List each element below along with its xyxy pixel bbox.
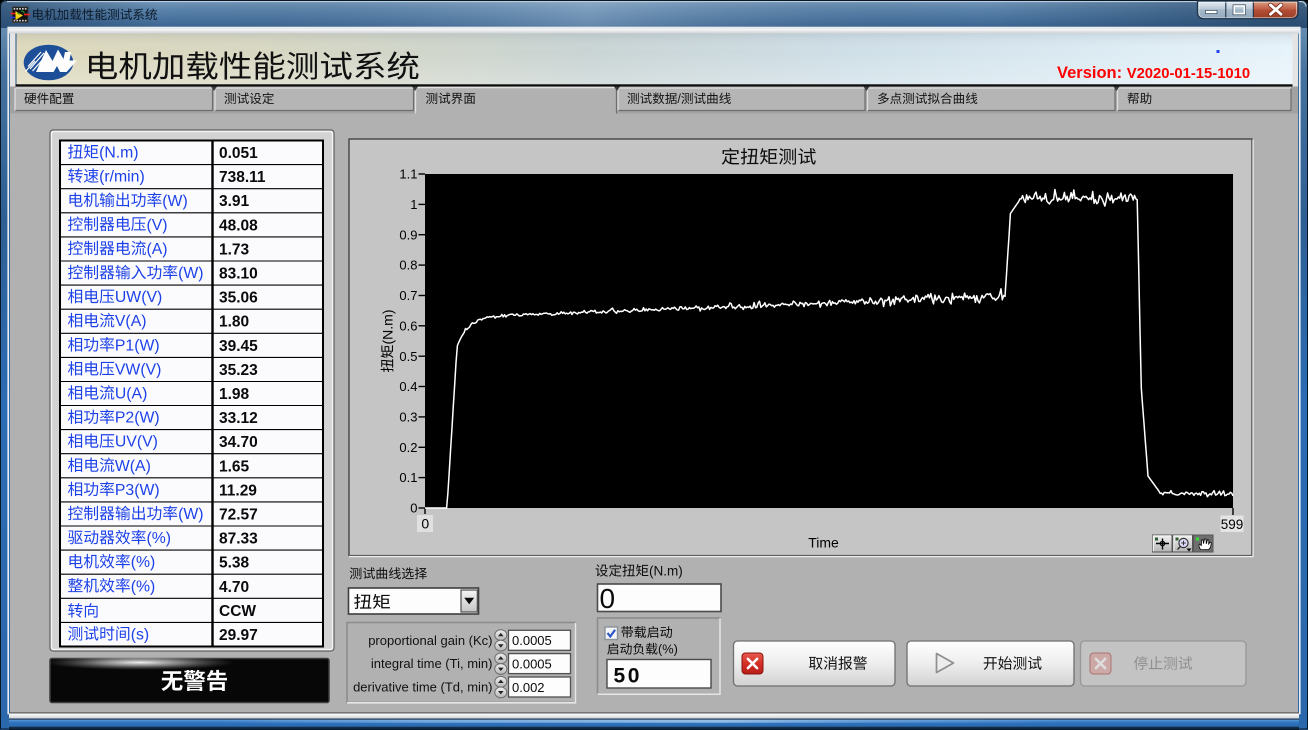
svg-text:0.5: 0.5 <box>399 349 417 364</box>
svg-text:(%): (%) <box>131 554 156 571</box>
svg-text:1.1: 1.1 <box>399 167 417 182</box>
svg-text:Version: V2020-01-15-1010: Version: V2020-01-15-1010 <box>1057 64 1250 82</box>
svg-text:/: / <box>677 92 681 106</box>
svg-text:0.0005: 0.0005 <box>512 656 552 671</box>
svg-text:5.38: 5.38 <box>219 555 250 572</box>
svg-text:599: 599 <box>1221 517 1244 532</box>
svg-text:(%): (%) <box>131 578 156 595</box>
svg-text:0.1: 0.1 <box>399 470 417 485</box>
svg-text:(%): (%) <box>147 530 172 547</box>
svg-text:35.06: 35.06 <box>219 290 258 307</box>
svg-text:1.98: 1.98 <box>219 386 250 403</box>
svg-text:0: 0 <box>600 583 616 614</box>
svg-text:(A): (A) <box>147 241 168 258</box>
svg-text:integral time (Ti, min): integral time (Ti, min) <box>371 656 493 671</box>
svg-text:(W): (W) <box>178 265 203 282</box>
svg-text:(W): (W) <box>178 506 203 523</box>
svg-text:87.33: 87.33 <box>219 531 258 548</box>
svg-text:0.8: 0.8 <box>399 258 417 273</box>
svg-text:1.73: 1.73 <box>219 241 250 258</box>
svg-text:39.45: 39.45 <box>219 338 258 355</box>
svg-text:4.70: 4.70 <box>219 579 249 596</box>
svg-text:29.97: 29.97 <box>219 627 258 644</box>
svg-text:0: 0 <box>421 515 429 531</box>
svg-text:83.10: 83.10 <box>219 266 258 283</box>
svg-text:34.70: 34.70 <box>219 434 258 451</box>
svg-text:(%): (%) <box>658 642 678 657</box>
svg-text:CCW: CCW <box>219 603 256 620</box>
svg-text:(r/min): (r/min) <box>99 169 145 186</box>
svg-text:48.08: 48.08 <box>219 217 258 234</box>
svg-text:0.3: 0.3 <box>399 410 417 425</box>
svg-text:UV(V): UV(V) <box>115 434 158 451</box>
svg-text:VW(V): VW(V) <box>115 361 162 378</box>
svg-text:Time: Time <box>808 534 839 550</box>
svg-text:0.6: 0.6 <box>399 318 417 333</box>
svg-text:11.29: 11.29 <box>219 482 257 499</box>
svg-text:(s): (s) <box>131 626 149 643</box>
svg-text:P2(W): P2(W) <box>115 410 160 427</box>
svg-text:3.91: 3.91 <box>219 193 250 210</box>
svg-text:0.0005: 0.0005 <box>512 633 552 648</box>
svg-text:0: 0 <box>410 501 417 516</box>
svg-text:33.12: 33.12 <box>219 410 258 427</box>
svg-text:1.65: 1.65 <box>219 458 250 475</box>
svg-text:0.4: 0.4 <box>399 379 417 394</box>
svg-text:P3(W): P3(W) <box>115 482 160 499</box>
svg-text:738.11: 738.11 <box>219 169 266 186</box>
svg-text:(N.m): (N.m) <box>649 564 683 579</box>
svg-text:P1(W): P1(W) <box>115 337 160 354</box>
svg-text:U(A): U(A) <box>115 386 147 403</box>
svg-text:0.2: 0.2 <box>399 440 417 455</box>
svg-text:35.23: 35.23 <box>219 362 258 379</box>
svg-text:(V): (V) <box>147 217 168 234</box>
svg-text:(N.m): (N.m) <box>99 145 138 162</box>
svg-text:0.7: 0.7 <box>399 288 417 303</box>
svg-text:proportional gain (Kc): proportional gain (Kc) <box>368 633 492 648</box>
svg-text:0.051: 0.051 <box>219 145 258 162</box>
svg-text:72.57: 72.57 <box>219 507 258 524</box>
svg-text:0.9: 0.9 <box>399 227 417 242</box>
svg-text:V(A): V(A) <box>115 313 147 330</box>
svg-text:UW(V): UW(V) <box>115 289 162 306</box>
svg-text:1.80: 1.80 <box>219 314 249 331</box>
svg-text:(W): (W) <box>162 193 187 210</box>
svg-text:50: 50 <box>614 665 643 688</box>
svg-text:1: 1 <box>410 197 417 212</box>
svg-text:W(A): W(A) <box>115 458 151 475</box>
svg-text:0.002: 0.002 <box>512 680 545 695</box>
svg-text:derivative time (Td, min): derivative time (Td, min) <box>353 680 492 695</box>
svg-text:(N.m): (N.m) <box>379 310 395 345</box>
